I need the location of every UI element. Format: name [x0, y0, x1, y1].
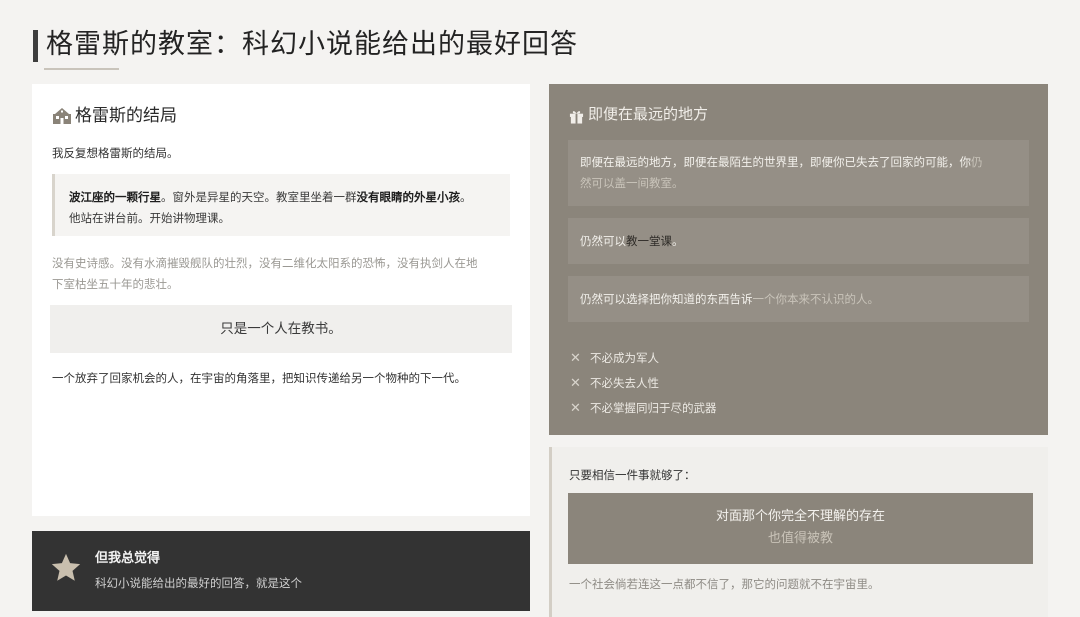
right-card-heading-text: 即便在最远的地方 [588, 105, 709, 123]
center-highlight-box: 只是一个人在教书。 [50, 305, 512, 353]
x-list-item-text: 不必成为军人 [590, 351, 659, 365]
left-card-heading: 格雷斯的结局 [52, 104, 177, 128]
title-accent-bar [33, 30, 38, 62]
quote-text-2: 。 [460, 190, 472, 204]
right-box-3-highlight: 一个你本来不认识的人。 [752, 292, 880, 306]
x-list-item: ✕ 不必成为军人 [570, 346, 717, 371]
right-card: 即便在最远的地方 即便在最远的地方，即便在最陌生的世界里，即便你已失去了回家的可… [549, 84, 1048, 435]
bottom-right-highlight-box: 对面那个你完全不理解的存在 也值得被教 [568, 493, 1033, 564]
right-box-2-text-c: 。 [672, 234, 684, 248]
right-box-1: 即便在最远的地方，即便在最陌生的世界里，即便你已失去了回家的可能，你仍 然可以盖… [568, 140, 1029, 206]
dark-card: 但我总觉得 科幻小说能给出的最好的回答，就是这个 [32, 531, 530, 611]
quote-text-1: 。窗外是异星的天空。教室里坐着一群 [161, 190, 357, 204]
x-list: ✕ 不必成为军人 ✕ 不必失去人性 ✕ 不必掌握同归于尽的武器 [570, 346, 717, 421]
left-card: 格雷斯的结局 我反复想格雷斯的结局。 波江座的一颗行星。窗外是异星的天空。教室里… [32, 84, 530, 516]
bottom-right-label: 只要相信一件事就够了： [569, 468, 696, 482]
right-box-1-line2: 然可以盖一间教室。 [580, 176, 684, 190]
quote-bold-aliens: 没有眼睛的外星小孩 [356, 190, 461, 204]
quote-line-2: 他站在讲台前。开始讲物理课。 [69, 211, 230, 225]
quote-bold-planet: 波江座的一颗行星 [69, 190, 161, 204]
bottom-right-footer: 一个社会倘若连这一点都不信了，那它的问题就不在宇宙里。 [569, 577, 880, 591]
x-icon: ✕ [570, 351, 581, 366]
highlight-line-1: 对面那个你完全不理解的存在 [715, 509, 885, 524]
x-list-item: ✕ 不必失去人性 [570, 371, 717, 396]
x-icon: ✕ [570, 401, 581, 416]
right-box-1-line1: 即便在最远的地方，即便在最陌生的世界里，即便你已失去了回家的可能，你 [580, 155, 971, 169]
quote-block: 波江座的一颗行星。窗外是异星的天空。教室里坐着一群没有眼睛的外星小孩。 他站在讲… [52, 174, 510, 236]
right-card-heading: 即便在最远的地方 [569, 102, 708, 126]
right-box-1-line1-highlight: 仍 [971, 155, 983, 169]
right-box-2: 仍然可以教一堂课。 [568, 218, 1029, 264]
muted-line-1: 没有史诗感。没有水滴摧毁舰队的壮烈，没有二维化太阳系的恐怖，没有执剑人在地 [52, 256, 478, 270]
school-icon [52, 107, 72, 125]
x-icon: ✕ [570, 376, 581, 391]
x-list-item: ✕ 不必掌握同归于尽的武器 [570, 396, 717, 421]
bottom-right-card: 只要相信一件事就够了： 对面那个你完全不理解的存在 也值得被教 一个社会倘若连这… [549, 447, 1048, 617]
title-underline [44, 68, 119, 70]
star-icon [49, 551, 83, 585]
left-card-heading-text: 格雷斯的结局 [75, 106, 177, 126]
page-title: 格雷斯的教室：科幻小说能给出的最好回答 [46, 29, 578, 60]
muted-line-2: 下室枯坐五十年的悲壮。 [52, 277, 179, 291]
muted-paragraph: 没有史诗感。没有水滴摧毁舰队的壮烈，没有二维化太阳系的恐怖，没有执剑人在地 下室… [52, 253, 518, 295]
right-box-2-emphasis: 教一堂课 [626, 234, 672, 248]
right-box-3: 仍然可以选择把你知道的东西告诉一个你本来不认识的人。 [568, 276, 1029, 322]
right-box-3-text-a: 仍然可以选择把你知道的东西告诉 [580, 292, 753, 306]
intro-text: 我反复想格雷斯的结局。 [52, 146, 179, 160]
gift-icon [569, 107, 584, 124]
closing-text: 一个放弃了回家机会的人，在宇宙的角落里，把知识传递给另一个物种的下一代。 [52, 371, 466, 385]
x-list-item-text: 不必失去人性 [590, 376, 659, 390]
x-list-item-text: 不必掌握同归于尽的武器 [590, 401, 717, 415]
right-box-2-text-a: 仍然可以 [580, 234, 626, 248]
dark-card-heading: 但我总觉得 [95, 551, 161, 566]
dark-card-subtext: 科幻小说能给出的最好的回答，就是这个 [95, 576, 302, 590]
highlight-line-2: 也值得被教 [767, 531, 833, 546]
